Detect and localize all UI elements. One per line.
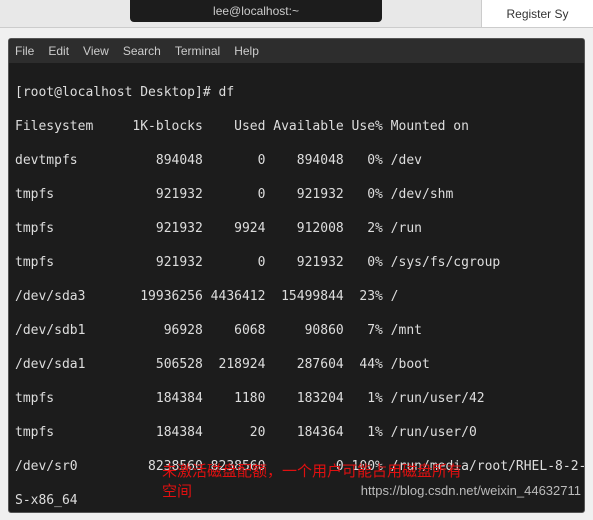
terminal-line: /dev/sda1 506528 218924 287604 44% /boot — [15, 356, 578, 373]
menu-edit[interactable]: Edit — [48, 44, 69, 58]
menu-help[interactable]: Help — [234, 44, 259, 58]
terminal-line: devtmpfs 894048 0 894048 0% /dev — [15, 152, 578, 169]
menu-terminal[interactable]: Terminal — [175, 44, 220, 58]
menu-view[interactable]: View — [83, 44, 109, 58]
terminal-line: tmpfs 184384 1180 183204 1% /run/user/42 — [15, 390, 578, 407]
window-title: lee@localhost:~ — [130, 0, 382, 22]
register-system-button[interactable]: Register Sy — [481, 0, 593, 28]
terminal-line: [root@localhost Desktop]# df — [15, 84, 578, 101]
terminal-line: tmpfs 921932 9924 912008 2% /run — [15, 220, 578, 237]
terminal-line: /dev/sda3 19936256 4436412 15499844 23% … — [15, 288, 578, 305]
desktop-top-bar: lee@localhost:~ Register Sy — [0, 0, 593, 28]
terminal-window: File Edit View Search Terminal Help [roo… — [8, 38, 585, 513]
menu-file[interactable]: File — [15, 44, 34, 58]
terminal-line: tmpfs 184384 20 184364 1% /run/user/0 — [15, 424, 578, 441]
terminal-line: /dev/sr0 8238560 8238560 0 100% /run/med… — [15, 458, 578, 475]
menu-search[interactable]: Search — [123, 44, 161, 58]
terminal-body[interactable]: [root@localhost Desktop]# df Filesystem … — [9, 63, 584, 513]
menu-bar: File Edit View Search Terminal Help — [9, 39, 584, 63]
terminal-line: tmpfs 921932 0 921932 0% /dev/shm — [15, 186, 578, 203]
terminal-line: S-x86_64 — [15, 492, 578, 509]
terminal-line: Filesystem 1K-blocks Used Available Use%… — [15, 118, 578, 135]
terminal-line: tmpfs 921932 0 921932 0% /sys/fs/cgroup — [15, 254, 578, 271]
terminal-line: /dev/sdb1 96928 6068 90860 7% /mnt — [15, 322, 578, 339]
